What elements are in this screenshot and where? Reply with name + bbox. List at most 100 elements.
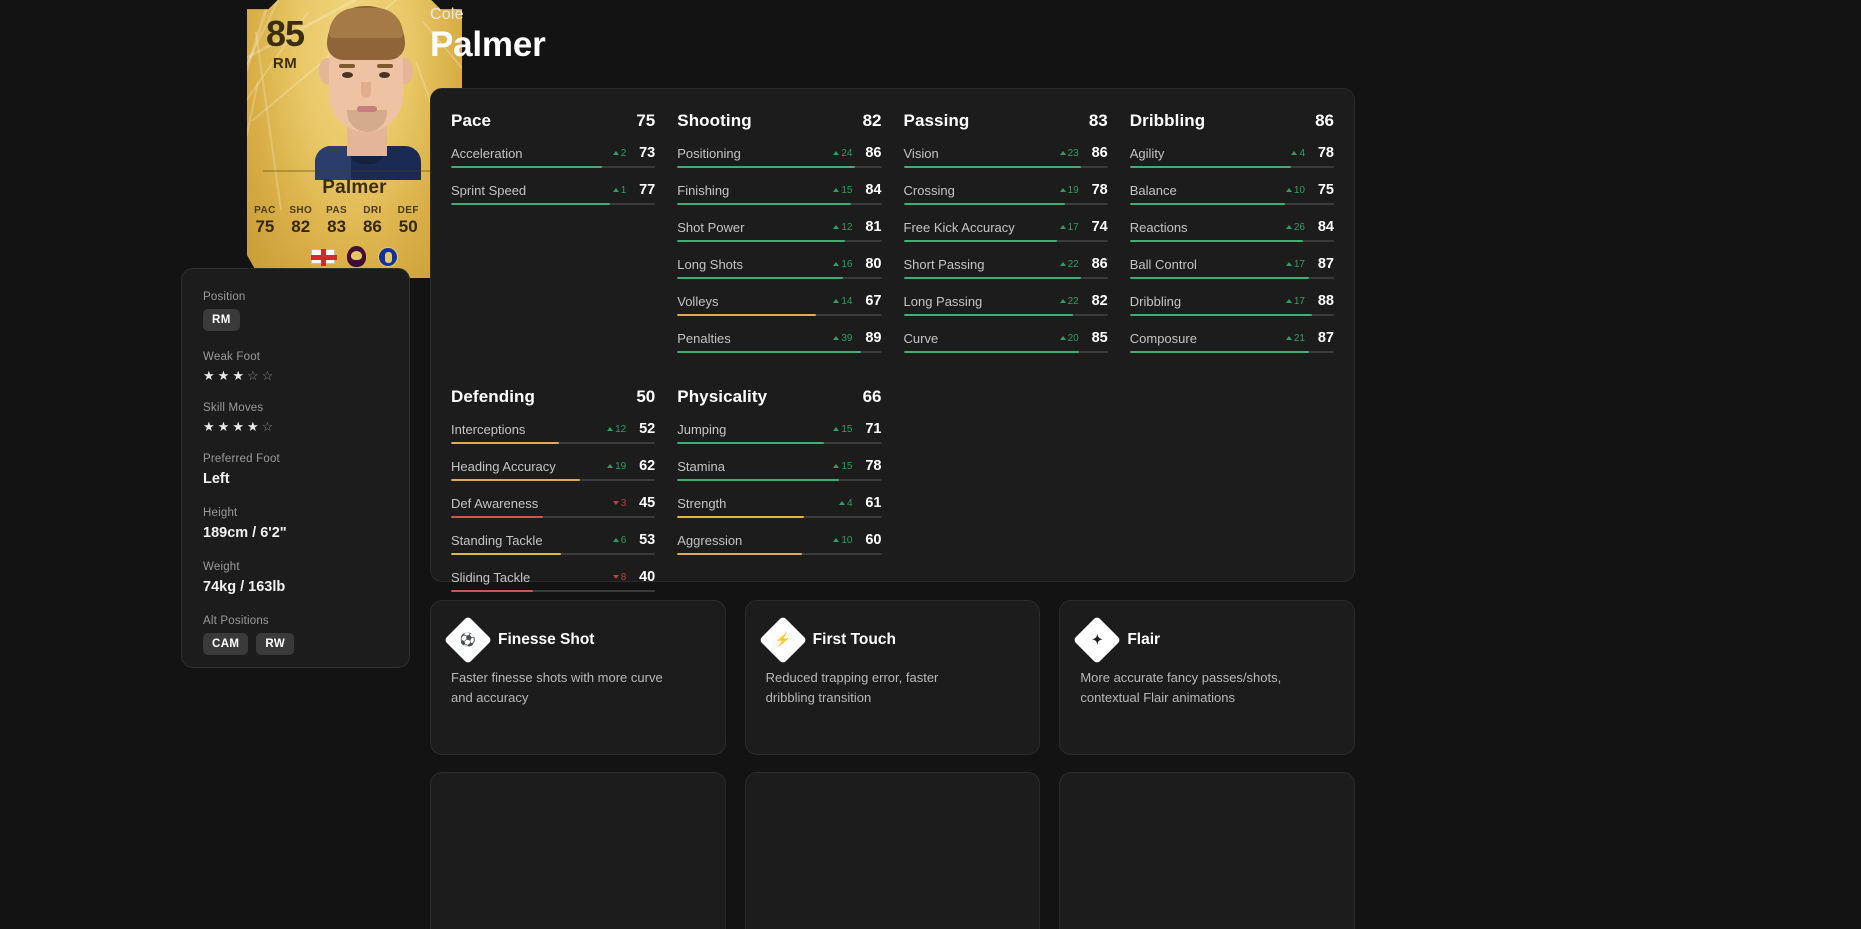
attribute-name: Finishing: [677, 182, 730, 198]
card-rating-block: 85 RM: [266, 13, 305, 72]
attributes-panel: Pace 75 Acceleration 2 73 Sprint Speed 1 77 Shoo…: [430, 88, 1355, 592]
attribute-bar-fill: [677, 516, 804, 518]
attribute-row: Heading Accuracy 19 62: [451, 458, 656, 481]
playstyle-card[interactable]: ⚡ First Touch Reduced trapping error, fast…: [744, 600, 1041, 755]
weight-label: Weight: [203, 561, 240, 573]
playstyle-card-partial[interactable]: [430, 772, 726, 929]
attribute-delta-value: 4: [1299, 147, 1305, 159]
attribute-name: Sliding Tackle: [451, 569, 531, 585]
playstyle-card[interactable]: ⚽ Finesse Shot Faster finesse shots with m…: [430, 600, 726, 755]
arrow-up-icon: [833, 538, 840, 542]
flair-icon: ✦: [1073, 615, 1122, 665]
star-filled-icon: ★: [217, 419, 230, 434]
card-stat-sho: SHO 82: [283, 205, 319, 237]
position-chip[interactable]: RM: [203, 309, 240, 331]
info-group-preferred-foot: Preferred Foot Left: [203, 453, 388, 487]
attribute-row: Strength 4 61: [677, 495, 882, 518]
arrow-up-icon: [833, 262, 840, 266]
star-empty-icon: ☆: [246, 368, 259, 383]
arrow-up-icon: [1285, 225, 1292, 229]
card-stat-label: PAS: [326, 205, 348, 216]
card-rating: 85: [266, 13, 305, 54]
playstyle-header: ⚽ Finesse Shot: [443, 615, 703, 665]
preferred-foot-value: Left: [203, 471, 230, 487]
playstyle-card-partial[interactable]: [744, 772, 1041, 929]
attribute-bar-fill: [677, 351, 862, 353]
attribute-bar: [451, 479, 656, 481]
attribute-bar-fill: [451, 442, 560, 444]
attribute-delta-value: 3: [620, 497, 627, 509]
attribute-value: 61: [865, 495, 882, 511]
player-last-name: Palmer: [430, 25, 546, 64]
attribute-name: Vision: [903, 145, 939, 161]
attribute-group-value: 75: [636, 111, 656, 130]
attribute-name: Penalties: [677, 330, 731, 346]
arrow-up-icon: [838, 501, 845, 505]
attribute-group-header: Pace 75: [451, 111, 655, 131]
attribute-group-value: 66: [862, 387, 882, 406]
attribute-value: 71: [865, 421, 882, 437]
attribute-bar: [1129, 314, 1334, 316]
attribute-group-name: Shooting: [677, 111, 752, 130]
attribute-delta-value: 19: [1067, 184, 1079, 196]
attribute-delta-up: 16: [833, 258, 853, 270]
card-stat-value: 83: [327, 217, 347, 236]
attribute-group-header: Dribbling 86: [1130, 111, 1334, 131]
alt-position-chip[interactable]: CAM: [203, 633, 249, 655]
arrow-up-icon: [833, 427, 840, 431]
attribute-group-name: Passing: [903, 111, 970, 130]
star-filled-icon: ★: [203, 368, 215, 383]
attribute-delta-value: 15: [841, 460, 853, 472]
playstyle-card-partial[interactable]: [1059, 772, 1356, 929]
attribute-delta-value: 22: [1067, 295, 1079, 307]
attribute-bar-fill: [677, 479, 839, 481]
attribute-delta-value: 8: [620, 571, 627, 583]
player-info-panel: Position RM Weak Foot ★ ★ ★ ☆ ☆ Skill Moves …: [181, 268, 410, 668]
arrow-up-icon: [607, 427, 614, 431]
attribute-delta-up: 15: [833, 185, 853, 196]
attribute-delta-up: 10: [833, 535, 853, 546]
playstyle-name: Finesse Shot: [498, 631, 595, 648]
attribute-row: Agility 4 78: [1129, 145, 1334, 168]
attribute-bar-fill: [451, 479, 580, 481]
attribute-delta-up: 17: [1285, 295, 1305, 307]
playstyle-card[interactable]: ✦ Flair More accurate fancy passes/shots, …: [1059, 600, 1356, 755]
attribute-name: Def Awareness: [451, 495, 539, 511]
playstyle-name: First Touch: [812, 631, 896, 648]
attribute-name: Jumping: [677, 421, 727, 437]
arrow-up-icon: [607, 464, 614, 468]
card-position: RM: [272, 55, 298, 72]
attribute-delta-value: 14: [841, 295, 853, 307]
attribute-group-value: 50: [636, 387, 656, 406]
attribute-delta-value: 16: [841, 258, 853, 270]
attribute-bar-fill: [677, 203, 851, 205]
arrow-up-icon: [833, 225, 840, 229]
card-stat-pas: PAS 83: [319, 205, 355, 237]
card-stat-label: SHO: [289, 205, 313, 216]
attribute-delta-value: 17: [1293, 295, 1305, 307]
attribute-row: Stamina 15 78: [677, 458, 882, 481]
attribute-delta-up: 14: [833, 295, 853, 307]
attribute-bar-fill: [1129, 277, 1310, 279]
attribute-bar-fill: [451, 166, 603, 168]
attribute-name: Sprint Speed: [451, 182, 527, 198]
attribute-value: 40: [639, 569, 656, 585]
attribute-name: Volleys: [677, 293, 719, 309]
arrow-up-icon: [1059, 151, 1066, 155]
attribute-bar-fill: [677, 277, 843, 279]
attribute-group-defending: Defending 50 Interceptions 12 52 Heading Accu…: [451, 387, 656, 606]
attribute-value: 82: [1091, 293, 1108, 309]
playstyle-header: ⚡ First Touch: [758, 615, 1018, 665]
attribute-bar-fill: [451, 203, 611, 205]
star-filled-icon: ★: [232, 419, 244, 434]
attribute-delta-value: 19: [615, 460, 627, 472]
attribute-row: Acceleration 2 73: [451, 145, 656, 168]
attribute-value: 62: [639, 458, 656, 474]
attribute-delta-up: 17: [1059, 222, 1079, 233]
height-value: 189cm / 6'2": [203, 525, 287, 541]
attribute-bar: [677, 479, 882, 481]
info-group-skill-moves: Skill Moves ★ ★ ★ ★ ☆: [203, 402, 388, 433]
attribute-value: 86: [865, 145, 882, 161]
alt-position-chip[interactable]: RW: [256, 633, 295, 655]
info-group-height: Height 189cm / 6'2": [203, 507, 388, 541]
